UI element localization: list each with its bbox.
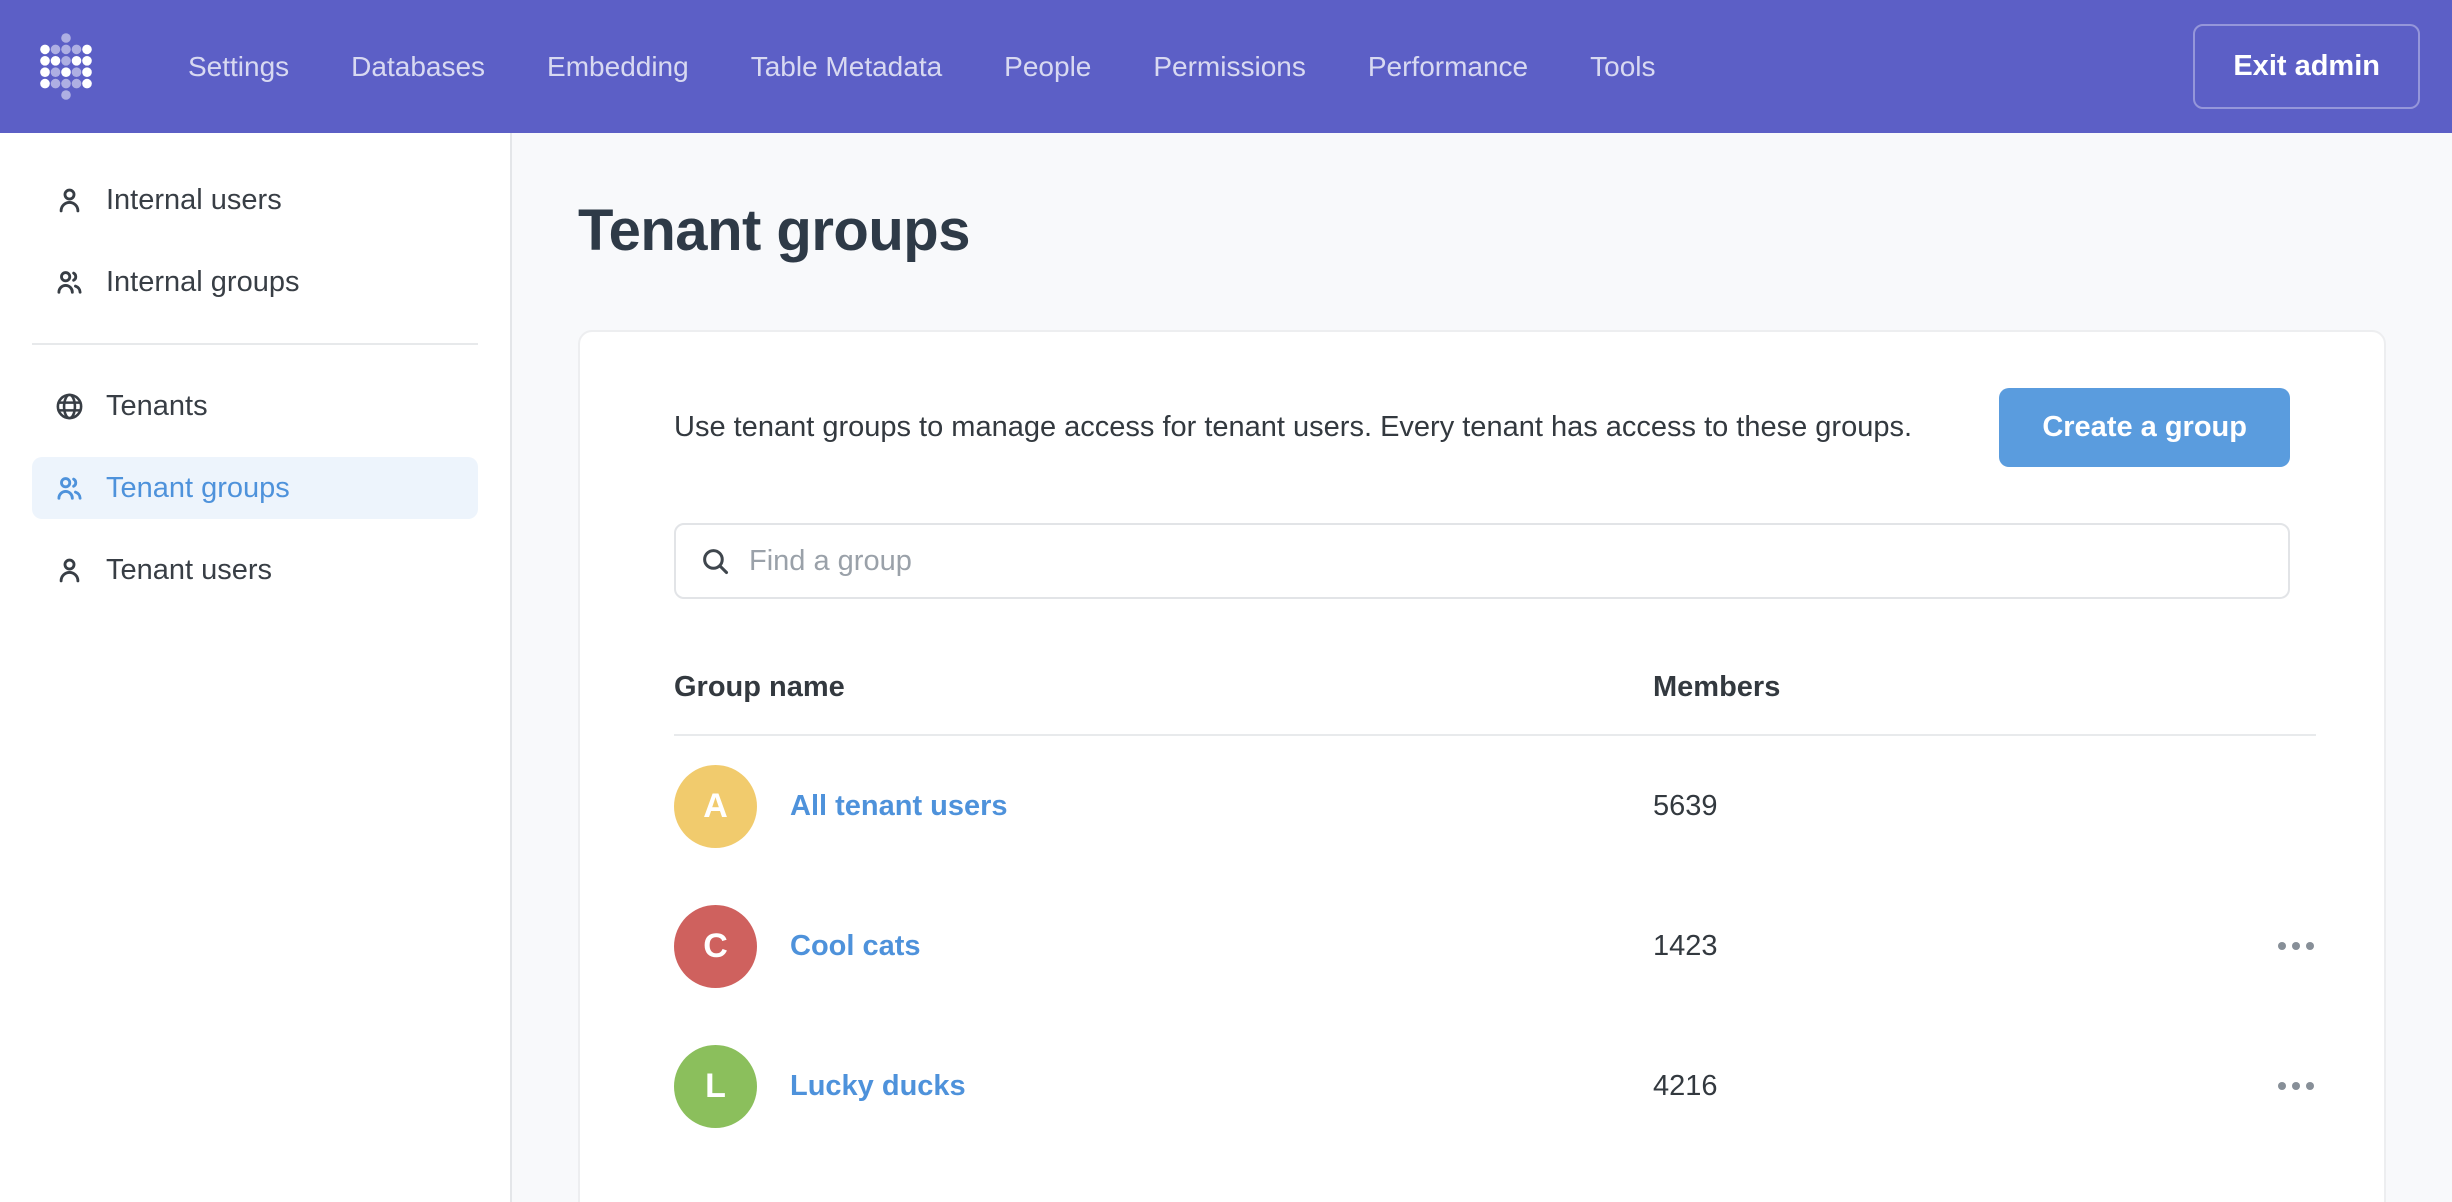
sidebar-item-label: Tenants (106, 390, 208, 423)
nav-embedding[interactable]: Embedding (547, 51, 689, 83)
table-header-row: Group name Members (674, 671, 2316, 736)
nav-databases[interactable]: Databases (351, 51, 485, 83)
sidebar-item-tenants[interactable]: Tenants (32, 375, 478, 437)
sidebar-divider (32, 343, 478, 345)
group-link-all-tenant-users[interactable]: All tenant users (790, 790, 1008, 823)
sidebar-item-internal-users[interactable]: Internal users (32, 169, 478, 231)
person-icon (54, 555, 85, 586)
group-avatar: L (674, 1045, 757, 1128)
main-content: Tenant groups Use tenant groups to manag… (514, 133, 2452, 1202)
sidebar-item-tenant-groups[interactable]: Tenant groups (32, 457, 478, 519)
sidebar-item-label: Internal users (106, 184, 282, 217)
metabase-logo-icon[interactable] (40, 32, 92, 101)
nav-tools[interactable]: Tools (1590, 51, 1655, 83)
page-title: Tenant groups (578, 197, 2388, 264)
table-row: A All tenant users 5639 (674, 736, 2316, 876)
group-link-lucky-ducks[interactable]: Lucky ducks (790, 1070, 966, 1103)
search-icon (699, 545, 732, 578)
table-row: C Cool cats 1423 (674, 876, 2316, 1016)
nav-settings[interactable]: Settings (188, 51, 289, 83)
member-count: 4216 (1653, 1070, 2226, 1103)
group-avatar: C (674, 905, 757, 988)
nav-people[interactable]: People (1004, 51, 1091, 83)
tenant-groups-card: Use tenant groups to manage access for t… (578, 330, 2386, 1202)
exit-admin-button[interactable]: Exit admin (2193, 24, 2420, 109)
sidebar-item-label: Tenant groups (106, 472, 290, 505)
nav-permissions[interactable]: Permissions (1153, 51, 1305, 83)
member-count: 1423 (1653, 930, 2226, 963)
group-link-cool-cats[interactable]: Cool cats (790, 930, 921, 963)
admin-top-bar: Settings Databases Embedding Table Metad… (0, 0, 2452, 133)
sidebar-item-tenant-users[interactable]: Tenant users (32, 539, 478, 601)
card-description: Use tenant groups to manage access for t… (674, 411, 1912, 444)
admin-nav: Settings Databases Embedding Table Metad… (188, 51, 1656, 83)
people-icon (54, 267, 85, 298)
sidebar-item-label: Internal groups (106, 266, 299, 299)
groups-table: Group name Members A All tenant users 56… (674, 671, 2316, 1156)
row-menu-ellipsis-icon[interactable] (2276, 1072, 2316, 1100)
member-count: 5639 (1653, 790, 2226, 823)
person-icon (54, 185, 85, 216)
people-icon (54, 473, 85, 504)
nav-table-metadata[interactable]: Table Metadata (751, 51, 942, 83)
column-group-name: Group name (674, 671, 1653, 704)
sidebar-item-label: Tenant users (106, 554, 272, 587)
group-search[interactable] (674, 523, 2290, 599)
create-group-button[interactable]: Create a group (1999, 388, 2290, 467)
group-avatar: A (674, 765, 757, 848)
search-input[interactable] (749, 545, 2265, 578)
table-row: L Lucky ducks 4216 (674, 1016, 2316, 1156)
people-sidebar: Internal users Internal groups Tenants T… (0, 133, 512, 1202)
sidebar-item-internal-groups[interactable]: Internal groups (32, 251, 478, 313)
row-menu-ellipsis-icon[interactable] (2276, 932, 2316, 960)
column-members: Members (1653, 671, 2226, 704)
nav-performance[interactable]: Performance (1368, 51, 1528, 83)
globe-icon (54, 391, 85, 422)
